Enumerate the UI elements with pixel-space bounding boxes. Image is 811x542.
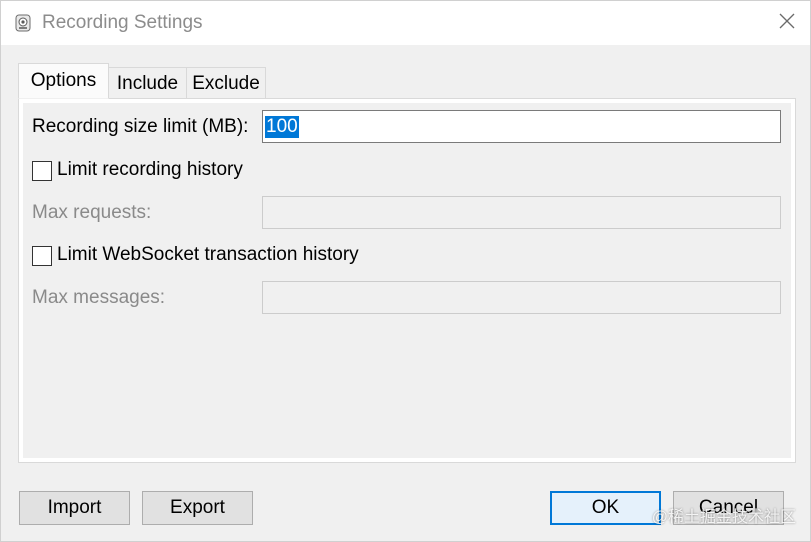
limit-history-label[interactable]: Limit recording history: [57, 159, 243, 181]
size-limit-label: Recording size limit (MB):: [32, 116, 249, 137]
tab-options-label: Options: [30, 70, 97, 91]
max-messages-input[interactable]: [262, 281, 781, 314]
size-limit-value: 100: [265, 115, 299, 138]
tab-options[interactable]: Options: [18, 63, 109, 99]
recording-settings-dialog: Recording Settings Options Include Exclu…: [0, 0, 811, 542]
import-button-label: Import: [47, 497, 102, 518]
limit-history-checkbox[interactable]: [32, 161, 52, 181]
size-limit-input[interactable]: 100: [262, 110, 781, 143]
import-button[interactable]: Import: [19, 491, 130, 525]
max-requests-label: Max requests:: [32, 202, 152, 223]
ok-button[interactable]: OK: [550, 491, 661, 525]
fiddler-app-icon: [13, 13, 33, 33]
ok-button-label: OK: [591, 497, 620, 518]
tab-include-label: Include: [116, 72, 179, 94]
tab-exclude-label: Exclude: [192, 72, 260, 94]
window-title: Recording Settings: [42, 12, 203, 33]
tab-exclude[interactable]: Exclude: [186, 67, 266, 99]
limit-websocket-label[interactable]: Limit WebSocket transaction history: [57, 244, 359, 266]
title-bar: Recording Settings: [1, 1, 810, 45]
tab-include[interactable]: Include: [108, 67, 187, 99]
limit-websocket-checkbox[interactable]: [32, 246, 52, 266]
close-icon: [779, 13, 795, 34]
export-button[interactable]: Export: [142, 491, 253, 525]
close-button[interactable]: [764, 1, 810, 45]
watermark: @稀土掘金技术社区: [651, 509, 796, 526]
export-button-label: Export: [170, 497, 225, 518]
max-messages-label: Max messages:: [32, 287, 166, 308]
max-requests-input[interactable]: [262, 196, 781, 229]
